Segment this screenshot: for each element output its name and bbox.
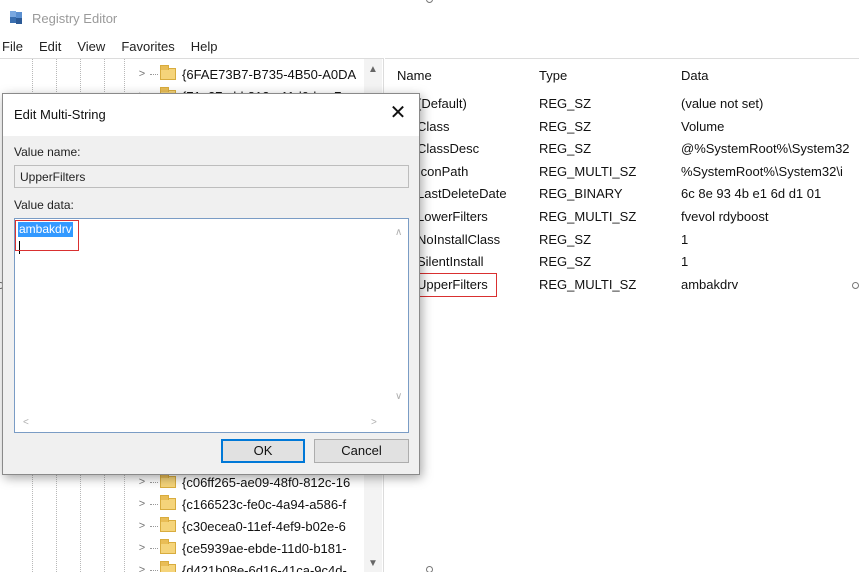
- cell-data: (value not set): [681, 96, 764, 111]
- edit-multi-string-dialog: Edit Multi-String ✕ Value name: UpperFil…: [2, 93, 420, 475]
- value-data-highlight-box: [15, 220, 79, 251]
- tree-item-label: {c30ecea0-11ef-4ef9-b02e-6: [182, 518, 346, 534]
- table-row[interactable]: abNoInstallClassREG_SZ1: [385, 229, 859, 252]
- cell-type: REG_MULTI_SZ: [539, 163, 637, 179]
- table-row[interactable]: abClassDescREG_SZ@%SystemRoot%\System32: [385, 138, 859, 161]
- dialog-title-bar: Edit Multi-String ✕: [3, 94, 419, 136]
- folder-icon: [160, 539, 176, 554]
- table-row[interactable]: 01LastDeleteDateREG_BINARY6c 8e 93 4b e1…: [385, 183, 859, 206]
- folder-icon: [160, 517, 176, 532]
- list-header: Name Type Data: [385, 59, 859, 93]
- tree-item[interactable]: > {c166523c-fe0c-4a94-a586-f: [136, 493, 366, 515]
- tree-item-label: {c06ff265-ae09-48f0-812c-16: [182, 474, 351, 490]
- folder-icon: [160, 561, 176, 572]
- cell-name: LastDeleteDate: [417, 186, 507, 202]
- cancel-button[interactable]: Cancel: [314, 439, 409, 463]
- value-data-label: Value data:: [14, 198, 74, 212]
- resize-handle[interactable]: [426, 566, 433, 572]
- column-type-header[interactable]: Type: [539, 68, 567, 83]
- cell-data: @%SystemRoot%\System32: [681, 141, 850, 157]
- cell-data: %SystemRoot%\System32\i: [681, 163, 843, 179]
- expand-chevron-icon[interactable]: >: [136, 564, 148, 572]
- tree-item[interactable]: > {6FAE73B7-B735-4B50-A0DA: [136, 63, 366, 85]
- cell-type: REG_SZ: [539, 118, 592, 134]
- value-name-label: Value name:: [14, 145, 81, 159]
- tree-item-label: {6FAE73B7-B735-4B50-A0DA: [182, 66, 357, 82]
- table-row[interactable]: abSilentInstallREG_SZ1: [385, 251, 859, 274]
- tree-item-label: {c166523c-fe0c-4a94-a586-f: [182, 496, 347, 512]
- table-row[interactable]: ab(Default)REG_SZ(value not set): [385, 93, 859, 116]
- expand-chevron-icon[interactable]: >: [136, 520, 148, 532]
- menu-bar: File Edit View Favorites Help: [0, 36, 226, 58]
- folder-icon: [160, 473, 176, 488]
- upperfilters-highlight-box: [407, 273, 497, 297]
- column-name-header[interactable]: Name: [397, 68, 432, 83]
- cell-name: Class: [417, 118, 450, 134]
- table-row[interactable]: abIconPathREG_MULTI_SZ%SystemRoot%\Syste…: [385, 161, 859, 184]
- tree-item-label: {d421b08e-6d16-41ca-9c4d-: [182, 562, 347, 572]
- cell-type: REG_SZ: [539, 96, 592, 111]
- registry-editor-icon: [10, 11, 22, 24]
- expand-chevron-icon[interactable]: >: [136, 498, 148, 510]
- cell-name: IconPath: [417, 163, 469, 179]
- value-name-field[interactable]: UpperFilters: [14, 165, 409, 188]
- cell-name: SilentInstall: [417, 254, 484, 270]
- cell-data: fvevol rdyboost: [681, 209, 769, 224]
- ok-button[interactable]: OK: [221, 439, 305, 463]
- cell-data: ambakdrv: [681, 276, 739, 292]
- menu-view[interactable]: View: [69, 36, 113, 58]
- tree-item[interactable]: > {ce5939ae-ebde-11d0-b181-: [136, 537, 366, 559]
- scroll-down-arrow-icon[interactable]: ▼: [364, 555, 382, 572]
- menu-help[interactable]: Help: [183, 36, 226, 58]
- column-data-header[interactable]: Data: [681, 68, 708, 83]
- resize-handle[interactable]: [852, 282, 859, 289]
- title-bar: Registry Editor: [0, 0, 859, 36]
- window-title: Registry Editor: [32, 10, 118, 26]
- scroll-up-arrow-icon[interactable]: ▲: [364, 61, 382, 79]
- cell-name: NoInstallClass: [417, 231, 501, 247]
- vertical-scrollbar[interactable]: ∧ ∨: [391, 219, 408, 417]
- cell-type: REG_SZ: [539, 254, 592, 270]
- menu-file[interactable]: File: [0, 36, 31, 58]
- cell-data: 6c 8e 93 4b e1 6d d1 01: [681, 186, 822, 202]
- table-row[interactable]: abClassREG_SZVolume: [385, 116, 859, 139]
- scroll-down-chevron-icon[interactable]: ∨: [395, 391, 402, 402]
- horizontal-scrollbar[interactable]: < >: [15, 415, 392, 432]
- tree-item-label: {ce5939ae-ebde-11d0-b181-: [182, 540, 347, 556]
- tree-item[interactable]: > {c30ecea0-11ef-4ef9-b02e-6: [136, 515, 366, 537]
- cell-data: 1: [681, 254, 689, 270]
- scroll-left-chevron-icon[interactable]: <: [23, 417, 29, 428]
- tree-item[interactable]: > {d421b08e-6d16-41ca-9c4d-: [136, 559, 366, 572]
- cell-data: 1: [681, 231, 689, 247]
- expand-chevron-icon[interactable]: >: [136, 542, 148, 554]
- menu-edit[interactable]: Edit: [31, 36, 69, 58]
- folder-icon: [160, 65, 176, 80]
- cell-type: REG_SZ: [539, 141, 592, 157]
- cell-data: Volume: [681, 118, 725, 134]
- scroll-right-chevron-icon[interactable]: >: [371, 417, 377, 428]
- dialog-title: Edit Multi-String: [14, 107, 106, 122]
- cell-type: REG_MULTI_SZ: [539, 209, 637, 224]
- scroll-up-chevron-icon[interactable]: ∧: [395, 227, 402, 238]
- folder-icon: [160, 495, 176, 510]
- cell-type: REG_BINARY: [539, 186, 623, 202]
- cell-type: REG_MULTI_SZ: [539, 276, 637, 292]
- cell-type: REG_SZ: [539, 231, 592, 247]
- values-list[interactable]: Name Type Data ab(Default)REG_SZ(value n…: [385, 58, 859, 572]
- expand-chevron-icon[interactable]: >: [136, 68, 148, 80]
- cell-name: LowerFilters: [417, 209, 488, 224]
- expand-chevron-icon[interactable]: >: [136, 476, 148, 488]
- close-icon[interactable]: ✕: [387, 100, 409, 126]
- cell-name: (Default): [417, 96, 467, 111]
- cell-name: ClassDesc: [417, 141, 480, 157]
- menu-favorites[interactable]: Favorites: [113, 36, 182, 58]
- table-row[interactable]: abLowerFiltersREG_MULTI_SZfvevol rdyboos…: [385, 206, 859, 229]
